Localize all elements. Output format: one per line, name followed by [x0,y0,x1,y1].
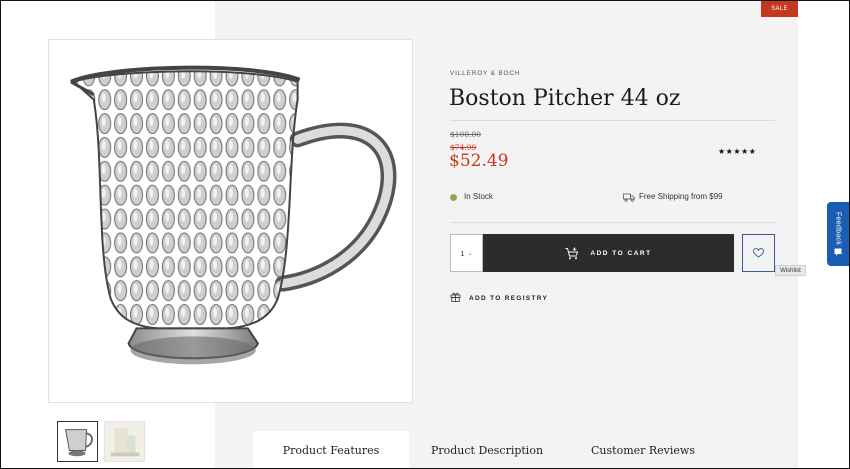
thumbnail-pitcher[interactable] [57,421,98,462]
feedback-button[interactable]: Feedback [827,202,849,266]
sale-badge: SALE [761,0,798,17]
chevron-down-icon: ⌄ [467,250,473,257]
thumbnail-lifestyle[interactable] [104,421,145,462]
divider [450,222,775,223]
original-price: $100.00 [450,130,482,139]
tab-product-description[interactable]: Product Description [409,431,565,469]
sale-price: $52.49 [449,151,509,171]
tab-product-features[interactable]: Product Features [253,431,409,469]
feedback-icon [834,248,842,256]
truck-icon [623,193,635,202]
lifestyle-thumbnail-image [105,422,144,461]
quantity-select[interactable]: 1 ⌄ [450,234,483,272]
product-title: Boston Pitcher 44 oz [449,86,681,111]
tab-customer-reviews[interactable]: Customer Reviews [565,431,721,469]
in-stock-indicator [450,194,457,201]
pitcher-image [70,65,397,365]
wishlist-button[interactable] [742,234,775,272]
divider [450,120,775,121]
main-product-image[interactable] [48,39,413,403]
add-to-cart-label: ADD TO CART [590,249,652,257]
shipping-info: Free Shipping from $99 [639,192,723,201]
add-to-cart-button[interactable]: ADD TO CART [483,234,734,272]
cart-plus-icon [565,247,579,259]
brand-name[interactable]: VILLEROY & BOCH [450,70,520,77]
product-tabs: Product Features Product Description Cus… [253,431,721,469]
feedback-label: Feedback [834,211,842,246]
rating-stars[interactable]: ★★★★★ [718,147,756,156]
pitcher-thumbnail-image [65,429,93,457]
stock-status: In Stock [464,192,493,201]
gift-icon [450,292,461,302]
heart-icon [753,248,764,258]
wishlist-tooltip: Wishlist [775,265,806,276]
quantity-value: 1 [460,248,465,258]
add-to-registry-link[interactable]: ADD TO REGISTRY [469,295,548,302]
